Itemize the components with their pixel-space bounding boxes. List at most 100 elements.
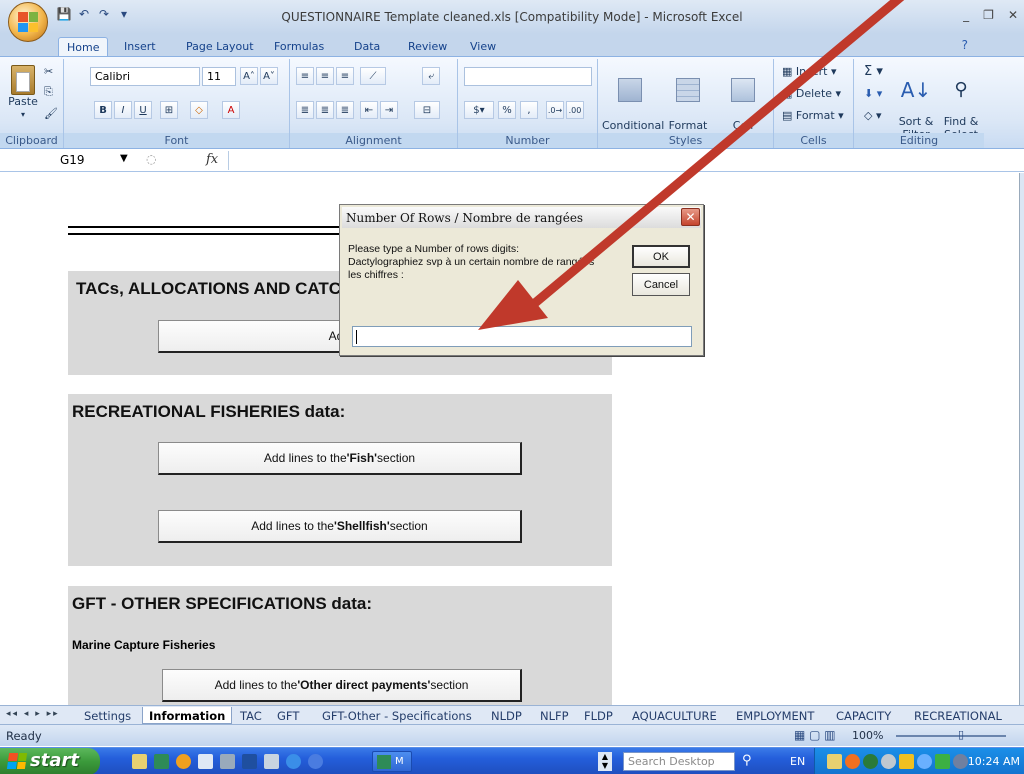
- wrap-text-icon[interactable]: ⤶: [422, 67, 440, 85]
- font-name-select[interactable]: Calibri: [90, 67, 200, 86]
- sort-filter-button[interactable]: A↓ Sort & Filter: [894, 65, 938, 141]
- tray-security-icon[interactable]: [881, 754, 896, 769]
- sheet-tab-nlfp[interactable]: NLFP: [540, 707, 569, 724]
- align-top-icon[interactable]: ≡: [296, 67, 314, 85]
- align-bottom-icon[interactable]: ≡: [336, 67, 354, 85]
- borders-icon[interactable]: ⊞: [160, 101, 178, 119]
- zoom-level[interactable]: 100%: [852, 729, 883, 742]
- copy-icon[interactable]: ⎘: [44, 85, 53, 98]
- start-button[interactable]: start: [0, 748, 100, 774]
- tab-insert[interactable]: Insert: [116, 37, 164, 56]
- formula-input[interactable]: [228, 151, 1016, 170]
- close-icon[interactable]: ✕: [681, 208, 700, 226]
- italic-icon[interactable]: I: [114, 101, 132, 119]
- quicklaunch-ie-icon[interactable]: [286, 754, 301, 769]
- sheet-tab-nldp[interactable]: NLDP: [491, 707, 522, 724]
- add-lines-fish-button[interactable]: Add lines to the 'Fish' section: [158, 442, 522, 475]
- vertical-scrollbar[interactable]: [1019, 173, 1024, 705]
- grow-font-icon[interactable]: A˄: [240, 67, 258, 85]
- sheet-tab-information[interactable]: Information: [142, 707, 233, 724]
- merge-center-icon[interactable]: ⊟: [414, 101, 440, 119]
- find-select-button[interactable]: ⚲ Find & Select: [940, 65, 982, 141]
- increase-indent-icon[interactable]: ⇥: [380, 101, 398, 119]
- fill-icon[interactable]: ⬇ ▾: [864, 87, 882, 100]
- cancel-entry-icon[interactable]: ◌: [146, 152, 156, 166]
- decrease-indent-icon[interactable]: ⇤: [360, 101, 378, 119]
- tray-search-icon[interactable]: [917, 754, 932, 769]
- close-icon[interactable]: ✕: [1008, 8, 1018, 22]
- number-format-select[interactable]: [464, 67, 592, 86]
- tab-formulas[interactable]: Formulas: [266, 37, 332, 56]
- format-painter-icon[interactable]: 🖌: [44, 107, 58, 120]
- add-lines-shellfish-button[interactable]: Add lines to the 'Shellfish' section: [158, 510, 522, 543]
- tab-data[interactable]: Data: [346, 37, 388, 56]
- percent-icon[interactable]: %: [498, 101, 516, 119]
- insert-cells-button[interactable]: ▦ Insert ▾: [782, 65, 836, 78]
- bold-icon[interactable]: B: [94, 101, 112, 119]
- clear-icon[interactable]: ◇ ▾: [864, 109, 881, 122]
- office-button[interactable]: [8, 2, 48, 42]
- sheet-tab-gft-other[interactable]: GFT-Other - Specifications: [322, 707, 472, 724]
- currency-icon[interactable]: $▾: [464, 101, 494, 119]
- align-left-icon[interactable]: ≣: [296, 101, 314, 119]
- fill-color-icon[interactable]: ◇: [190, 101, 208, 119]
- align-center-icon[interactable]: ≣: [316, 101, 334, 119]
- tab-view[interactable]: View: [462, 37, 504, 56]
- cut-icon[interactable]: ✂: [44, 65, 53, 78]
- help-icon[interactable]: ?: [962, 38, 968, 52]
- font-color-icon[interactable]: A: [222, 101, 240, 119]
- search-desktop-input[interactable]: Search Desktop: [623, 752, 735, 771]
- minimize-icon[interactable]: _: [963, 8, 969, 22]
- quicklaunch-excel-icon[interactable]: [154, 754, 169, 769]
- restore-icon[interactable]: ❐: [983, 8, 994, 22]
- tray-app-icon[interactable]: [845, 754, 860, 769]
- rows-input[interactable]: [352, 326, 692, 347]
- add-lines-other-direct-payments-button[interactable]: Add lines to the 'Other direct payments'…: [162, 669, 522, 702]
- underline-icon[interactable]: U: [134, 101, 152, 119]
- sheet-tab-tac[interactable]: TAC: [240, 707, 262, 724]
- format-cells-button[interactable]: ▤ Format ▾: [782, 109, 844, 122]
- tab-review[interactable]: Review: [400, 37, 455, 56]
- delete-cells-button[interactable]: ▦ Delete ▾: [782, 87, 841, 100]
- scroll-updown-icon[interactable]: ▲ ▼: [598, 752, 612, 771]
- insert-function-icon[interactable]: fx: [206, 152, 218, 167]
- sheet-tab-settings[interactable]: Settings: [84, 707, 131, 724]
- language-indicator[interactable]: EN: [790, 755, 805, 768]
- comma-icon[interactable]: ,: [520, 101, 538, 119]
- zoom-slider[interactable]: [896, 735, 1006, 737]
- font-size-select[interactable]: 11: [202, 67, 236, 86]
- ok-button[interactable]: OK: [632, 245, 690, 268]
- quicklaunch-ie2-icon[interactable]: [308, 754, 323, 769]
- zoom-thumb-icon[interactable]: ▯: [958, 728, 964, 741]
- search-icon[interactable]: ⚲: [742, 753, 752, 768]
- warning-icon[interactable]: [899, 754, 914, 769]
- taskbar-excel-task[interactable]: M: [372, 751, 412, 772]
- view-buttons-icon[interactable]: ▦ ▢ ▥: [794, 728, 836, 742]
- name-box[interactable]: G19: [8, 153, 136, 170]
- sheet-tab-aquaculture[interactable]: AQUACULTURE: [632, 707, 717, 724]
- sheet-tab-gft[interactable]: GFT: [277, 707, 299, 724]
- tray-network-icon[interactable]: [863, 754, 878, 769]
- quicklaunch-mail-icon[interactable]: [220, 754, 235, 769]
- cancel-button[interactable]: Cancel: [632, 273, 690, 296]
- decrease-decimal-icon[interactable]: .00: [566, 101, 584, 119]
- quicklaunch-help-icon[interactable]: [242, 754, 257, 769]
- quicklaunch-print-icon[interactable]: [264, 754, 279, 769]
- quicklaunch-app-icon[interactable]: [176, 754, 191, 769]
- tray-mail-icon[interactable]: [827, 754, 842, 769]
- tab-page-layout[interactable]: Page Layout: [178, 37, 262, 56]
- align-middle-icon[interactable]: ≡: [316, 67, 334, 85]
- increase-decimal-icon[interactable]: .0→: [546, 101, 564, 119]
- align-right-icon[interactable]: ≣: [336, 101, 354, 119]
- sheet-tab-capacity[interactable]: CAPACITY: [836, 707, 891, 724]
- tray-volume-icon[interactable]: [953, 754, 968, 769]
- shrink-font-icon[interactable]: A˅: [260, 67, 278, 85]
- autosum-icon[interactable]: Σ ▾: [864, 65, 883, 78]
- tab-home[interactable]: Home: [58, 37, 109, 56]
- sheet-tab-employment[interactable]: EMPLOYMENT: [736, 707, 814, 724]
- paste-button[interactable]: Paste ▾: [6, 65, 40, 121]
- sheet-tab-fldp[interactable]: FLDP: [584, 707, 613, 724]
- quicklaunch-wordpad-icon[interactable]: [198, 754, 213, 769]
- name-box-dropdown-icon[interactable]: ▼: [120, 153, 128, 164]
- sheet-tab-recreational[interactable]: RECREATIONAL: [914, 707, 1002, 724]
